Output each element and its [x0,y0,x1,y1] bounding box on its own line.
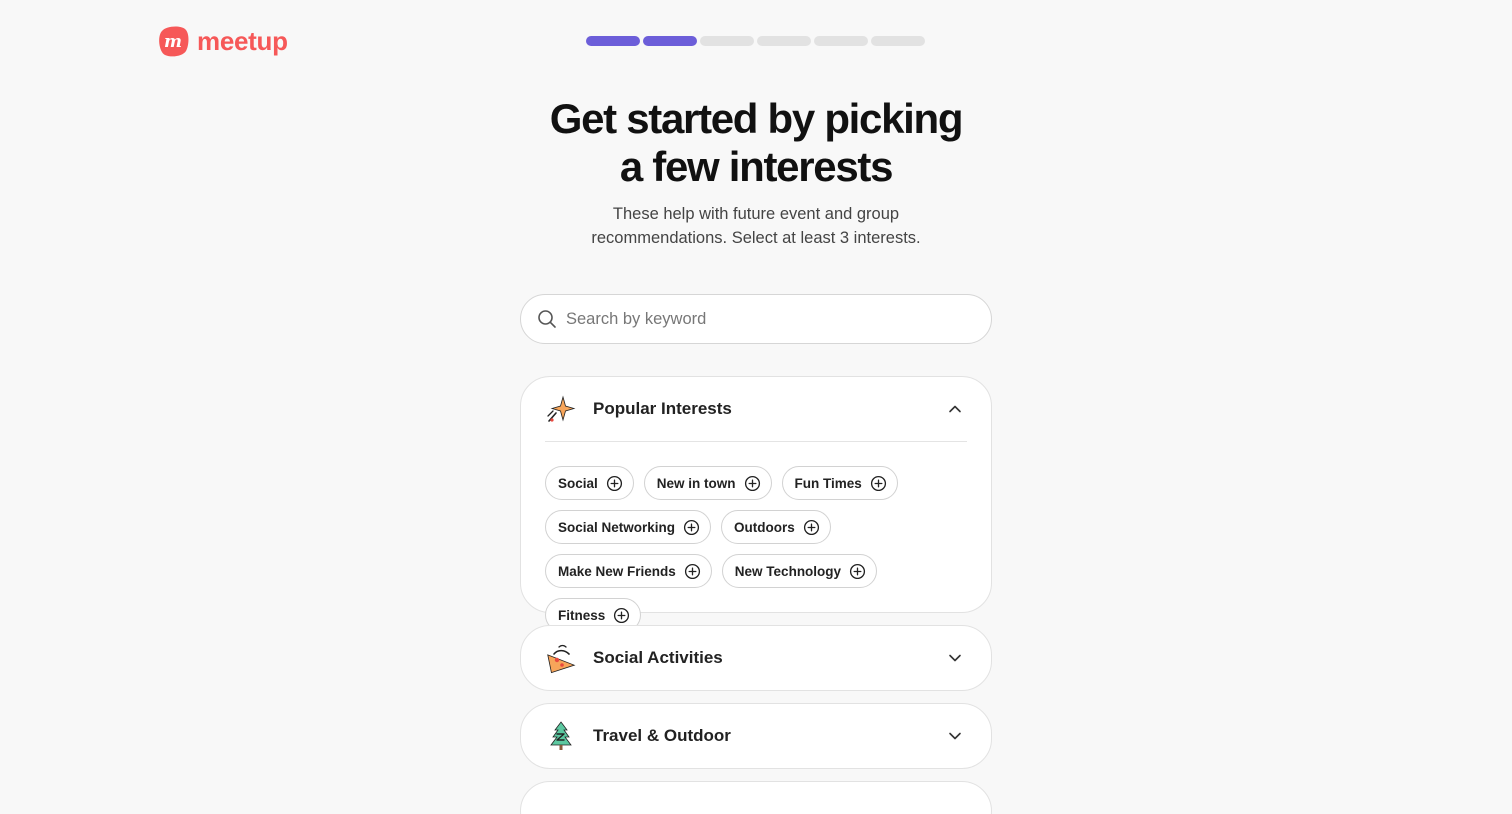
meetup-logo-icon: m [159,26,189,57]
interest-chip-make-new-friends[interactable]: Make New Friends [545,554,712,588]
onboarding-progress-bar [586,36,925,46]
category-social-activities[interactable]: Social Activities [520,625,992,691]
chip-label: Make New Friends [558,563,676,579]
plus-circle-icon [850,563,866,579]
interest-chip-social-networking[interactable]: Social Networking [545,510,712,544]
progress-step-1 [586,36,640,46]
category-header-popular-interests[interactable]: Popular Interests [521,377,991,441]
category-header-social-activities[interactable]: Social Activities [521,626,991,690]
category-travel-outdoor[interactable]: Travel & Outdoor [520,703,992,769]
interest-chip-social[interactable]: Social [545,466,634,500]
interest-chip-fun-times[interactable]: Fun Times [781,466,898,500]
page-subtitle-line-1: These help with future event and group [612,205,900,223]
progress-step-3 [700,36,754,46]
category-title: Travel & Outdoor [593,726,731,745]
chip-label: New in town [656,475,736,491]
chip-label: Social [558,475,598,491]
interest-chip-list: Social New in town Fun Times Social Netw… [521,442,951,642]
page-title-line-1: Get started by picking [549,95,964,142]
page-title: Get started by picking a few interests [0,95,1512,191]
interest-chip-outdoors[interactable]: Outdoors [721,510,831,544]
chevron-down-icon[interactable] [945,648,965,668]
interest-chip-new-in-town[interactable]: New in town [643,466,772,500]
interest-chip-new-technology[interactable]: New Technology [721,554,878,588]
plus-circle-icon [683,519,700,535]
search-input[interactable] [566,309,966,329]
plus-circle-icon [614,607,630,623]
interest-picker-page: m meetup Get started by picking a few in… [0,0,1512,814]
progress-step-2 [643,36,697,46]
progress-step-4 [757,36,811,46]
chip-label: New Technology [734,563,842,579]
chip-label: Fitness [558,607,606,623]
category-popular-interests: Popular Interests Social New in town Fun… [520,376,992,632]
plus-circle-icon [803,519,819,535]
page-subtitle: These help with future event and group r… [0,202,1512,250]
svg-text:m: m [164,32,182,52]
meetup-logo[interactable]: m meetup [156,24,288,58]
progress-step-6 [871,36,925,46]
category-card-partial[interactable] [520,781,992,814]
chevron-up-icon[interactable] [945,399,965,419]
pizza-slice-icon [547,644,576,674]
category-title: Social Activities [593,648,723,667]
page-subtitle-line-2: recommendations. Select at least 3 inter… [591,229,921,247]
chevron-down-icon[interactable] [945,726,965,746]
plus-circle-icon [684,563,700,579]
category-header-travel-outdoor[interactable]: Travel & Outdoor [521,704,991,768]
chip-label: Fun Times [794,475,862,491]
progress-step-5 [814,36,868,46]
sparkle-icon [547,395,576,422]
search-icon [538,310,556,328]
chip-label: Social Networking [558,519,676,535]
category-title: Popular Interests [593,399,732,418]
plus-circle-icon [870,475,886,491]
plus-circle-icon [744,475,760,491]
plus-circle-icon [606,475,622,491]
search-box[interactable] [520,294,992,344]
page-title-line-2: a few interests [619,143,894,190]
meetup-logo-text: meetup [197,25,288,56]
chip-label: Outdoors [734,519,795,535]
pine-tree-icon [550,721,572,750]
